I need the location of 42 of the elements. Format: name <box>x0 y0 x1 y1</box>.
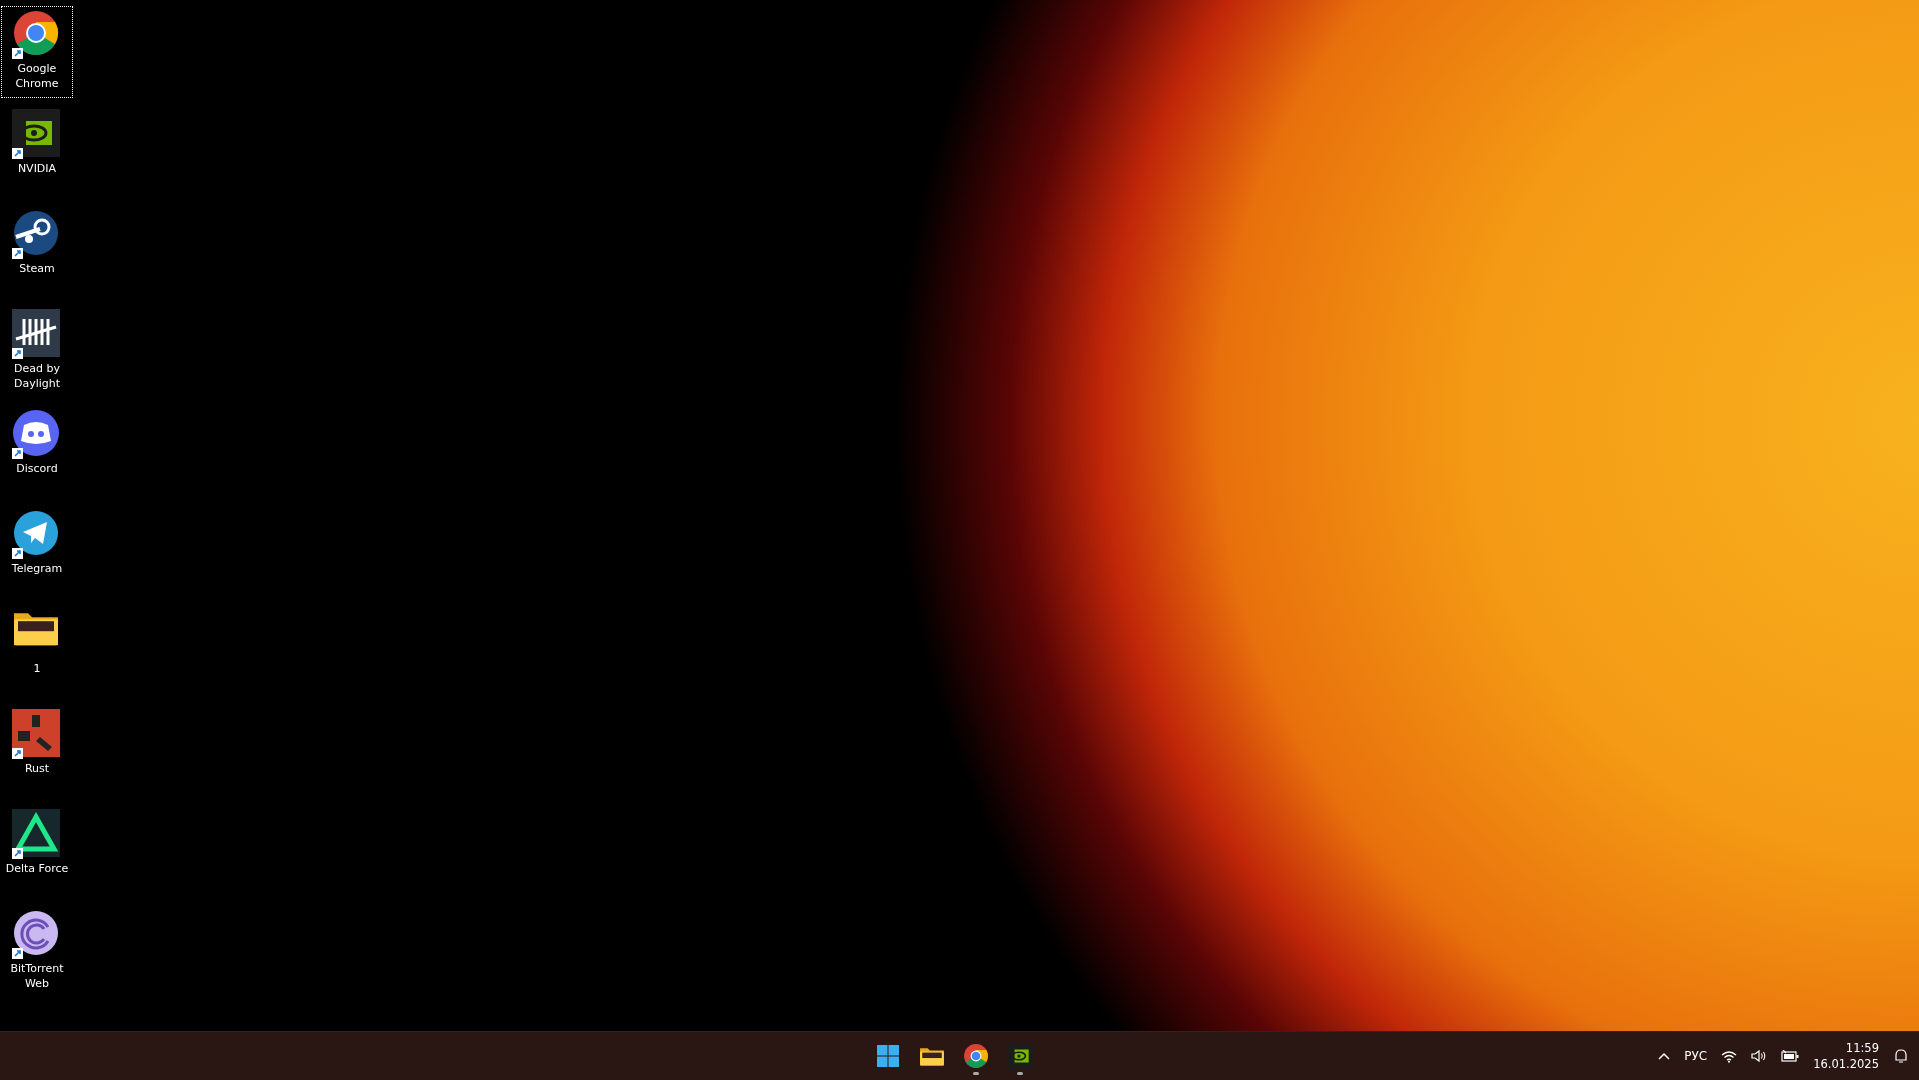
shortcut-label: Telegram <box>10 561 64 576</box>
wifi-icon[interactable] <box>1721 1049 1738 1063</box>
paper-plane-icon <box>12 509 60 557</box>
language-indicator[interactable]: РУС <box>1684 1049 1708 1063</box>
windows-logo-icon <box>876 1044 901 1068</box>
triangle-logo-icon <box>12 809 60 857</box>
shortcut-label: Google Chrome <box>14 61 60 91</box>
desktop-shortcut[interactable]: 1 <box>1 606 73 698</box>
shortcut-label: Discord <box>15 461 59 476</box>
desktop-shortcut[interactable]: Google Chrome <box>1 6 73 98</box>
eye-logo-icon <box>1007 1043 1034 1069</box>
desktop-shortcut[interactable]: Telegram <box>1 506 73 598</box>
shortcut-label: NVIDIA <box>16 161 58 176</box>
tally-marks-icon <box>12 309 60 357</box>
chevron-up-icon[interactable] <box>1658 1052 1671 1060</box>
desktop-shortcut[interactable]: NVIDIA <box>1 106 73 198</box>
round-logo-icon <box>12 909 60 957</box>
desktop-shortcut[interactable]: Delta Force <box>1 806 73 898</box>
bell-icon[interactable] <box>1893 1048 1909 1064</box>
round-logo-icon <box>12 9 60 57</box>
desktop-shortcut[interactable]: BitTorrent Web <box>1 906 73 998</box>
round-logo-icon <box>963 1043 990 1069</box>
date-text: 16.01.2025 <box>1813 1056 1879 1072</box>
clock[interactable]: 11:59 16.01.2025 <box>1813 1040 1879 1072</box>
speaker-icon[interactable] <box>1751 1049 1768 1063</box>
battery-charging-icon[interactable] <box>1781 1050 1800 1062</box>
time-text: 11:59 <box>1845 1040 1879 1056</box>
shortcut-label: Rust <box>23 761 51 776</box>
square-logo-icon <box>12 709 60 757</box>
shortcut-label: Delta Force <box>4 861 70 876</box>
shortcut-label: Dead by Daylight <box>12 361 62 391</box>
shortcut-label: Steam <box>18 261 56 276</box>
desktop-shortcut[interactable]: Dead by Daylight <box>1 306 73 398</box>
shortcut-label: BitTorrent Web <box>9 961 65 991</box>
desktop-shortcut[interactable]: Discord <box>1 406 73 498</box>
round-logo-icon <box>12 209 60 257</box>
folder-icon <box>919 1045 946 1067</box>
round-logo-icon <box>12 409 60 457</box>
desktop-shortcut[interactable]: Rust <box>1 706 73 798</box>
desktop-shortcut[interactable]: Steam <box>1 206 73 298</box>
eye-logo-icon <box>12 109 60 157</box>
shortcut-label: 1 <box>32 661 42 676</box>
